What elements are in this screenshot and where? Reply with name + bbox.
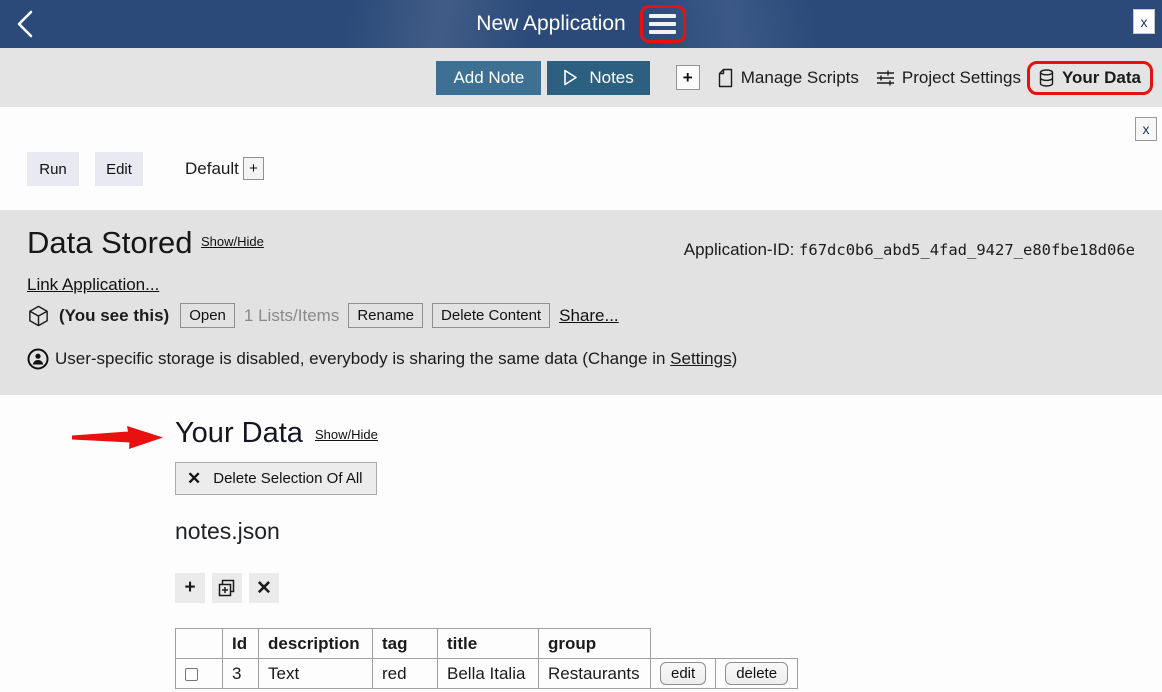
panel-close-button[interactable]: x	[1135, 117, 1157, 141]
titlebar: New Application x	[0, 0, 1162, 48]
your-data-show-hide-link[interactable]: Show/Hide	[315, 427, 378, 442]
share-link[interactable]: Share...	[559, 306, 619, 326]
delete-selection-button[interactable]: ✕ Delete Selection Of All	[175, 462, 377, 495]
id-column-header: Id	[223, 629, 259, 659]
row-delete-button[interactable]: delete	[725, 662, 788, 685]
your-data-section: Your Data Show/Hide ✕ Delete Selection O…	[0, 395, 1162, 692]
add-note-button[interactable]: Add Note	[436, 61, 541, 95]
user-storage-notice: User-specific storage is disabled, every…	[27, 348, 737, 370]
duplicate-row-button[interactable]	[212, 573, 242, 603]
link-application-link[interactable]: Link Application...	[27, 275, 159, 295]
database-icon	[1039, 69, 1054, 87]
add-tab-button[interactable]: +	[676, 65, 700, 90]
list-file-name: notes.json	[175, 518, 280, 545]
cell-description: Text	[259, 659, 373, 689]
your-data-heading: Your Data	[175, 417, 303, 450]
title-column-header: title	[438, 629, 539, 659]
notes-run-button[interactable]: Notes	[547, 61, 649, 95]
package-cube-icon	[27, 304, 50, 328]
storage-notice-text: User-specific storage is disabled, every…	[55, 349, 737, 369]
project-settings-button[interactable]: Project Settings	[876, 68, 1021, 88]
your-data-label: Your Data	[1062, 68, 1141, 88]
delete-content-button[interactable]: Delete Content	[432, 303, 550, 328]
your-data-button[interactable]: Your Data	[1027, 61, 1153, 95]
table-header-row: Id description tag title group	[176, 629, 798, 659]
table-row: 3 Text red Bella Italia Restaurants edit…	[176, 659, 798, 689]
settings-link[interactable]: Settings	[670, 349, 731, 368]
manage-scripts-button[interactable]: Manage Scripts	[717, 68, 859, 88]
application-id-label: Application-ID:	[684, 240, 799, 259]
duplicate-icon	[218, 579, 236, 597]
red-annotation-arrow-icon	[72, 424, 164, 452]
play-icon	[563, 69, 578, 86]
description-column-header: description	[259, 629, 373, 659]
project-settings-label: Project Settings	[902, 68, 1021, 88]
toolbar: Add Note Notes + Manage Scripts Project …	[0, 48, 1162, 107]
notes-button-label: Notes	[589, 68, 633, 88]
application-id-value: f67dc0b6_abd5_4fad_9427_e80fbe18d06e	[799, 241, 1135, 259]
data-stored-show-hide-link[interactable]: Show/Hide	[201, 234, 264, 249]
default-config-label: Default	[185, 159, 239, 179]
rename-button[interactable]: Rename	[348, 303, 423, 328]
edit-button[interactable]: Edit	[95, 152, 143, 186]
user-icon	[27, 348, 49, 370]
run-button[interactable]: Run	[27, 152, 79, 186]
hamburger-icon	[649, 14, 676, 18]
you-see-this-label: (You see this)	[59, 306, 169, 326]
manage-scripts-label: Manage Scripts	[741, 68, 859, 88]
delete-row-button[interactable]: ✕	[249, 573, 279, 603]
x-icon: ✕	[187, 469, 201, 489]
add-config-button[interactable]: +	[243, 157, 264, 180]
open-button[interactable]: Open	[180, 303, 235, 328]
application-id: Application-ID: f67dc0b6_abd5_4fad_9427_…	[684, 240, 1135, 260]
hamburger-menu-button[interactable]	[640, 5, 686, 43]
script-page-icon	[717, 68, 734, 88]
cell-tag: red	[373, 659, 438, 689]
window-close-button[interactable]: x	[1133, 9, 1155, 34]
cell-id: 3	[223, 659, 259, 689]
cell-title: Bella Italia	[438, 659, 539, 689]
row-checkbox[interactable]	[185, 668, 198, 681]
cell-group: Restaurants	[539, 659, 651, 689]
select-column-header	[176, 629, 223, 659]
lists-items-count: 1 Lists/Items	[244, 306, 339, 326]
data-stored-section: Data Stored Show/Hide Application-ID: f6…	[0, 210, 1162, 395]
page-title: New Application	[476, 12, 625, 36]
run-bar: x Run Edit Default +	[0, 107, 1162, 210]
data-stored-heading: Data Stored	[27, 225, 192, 261]
tag-column-header: tag	[373, 629, 438, 659]
row-edit-button[interactable]: edit	[660, 662, 706, 685]
delete-selection-label: Delete Selection Of All	[213, 470, 362, 487]
data-table: Id description tag title group 3 Text re…	[175, 628, 798, 689]
title-group: New Application	[0, 0, 1162, 48]
sliders-icon	[876, 69, 895, 87]
list-actions: + ✕	[175, 573, 279, 603]
storage-row: (You see this) Open 1 Lists/Items Rename…	[27, 303, 619, 328]
group-column-header: group	[539, 629, 651, 659]
add-row-button[interactable]: +	[175, 573, 205, 603]
